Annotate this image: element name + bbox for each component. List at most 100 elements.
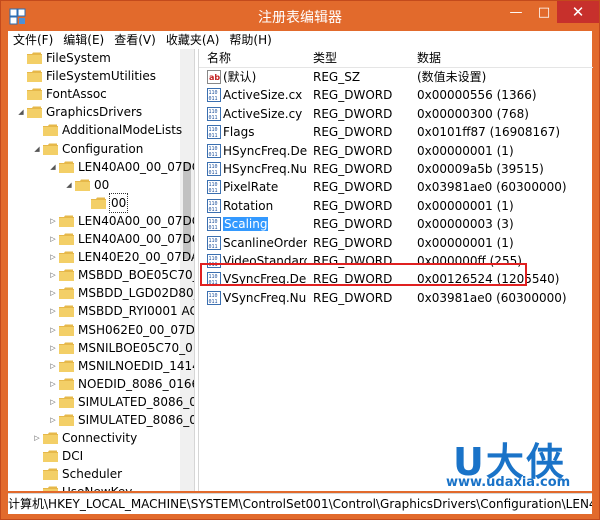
value-data: 0x00000001 (1) (417, 143, 514, 158)
collapsed-arrow-icon[interactable]: ▷ (48, 248, 58, 266)
tree-item[interactable]: ▷ Connectivity (32, 429, 138, 447)
tree-item-label: UseNewKey (61, 483, 133, 491)
value-name-cell: HSyncFreq.Nu... (223, 160, 307, 178)
menu-help[interactable]: 帮助(H) (224, 31, 276, 49)
tree-item[interactable]: AdditionalModeLists (32, 121, 183, 139)
folder-icon (59, 233, 74, 245)
collapsed-arrow-icon[interactable]: ▷ (48, 230, 58, 248)
folder-icon (43, 486, 58, 491)
menu-favorites[interactable]: 收藏夹(A) (161, 31, 225, 49)
tree-item[interactable]: ◢ 00 (64, 176, 110, 194)
value-name: ActiveSize.cx (223, 88, 303, 103)
tree-item-label: DCI (62, 449, 84, 464)
tree-item[interactable]: ▷ MSBDD_RYI0001 AGN (48, 302, 194, 320)
value-row[interactable]: 110011HSyncFreq.Den... REG_DWORD 0x0000000… (199, 142, 593, 160)
tree-item[interactable]: ▷ MSNILNOEDID_1414_ (48, 357, 194, 375)
tree-item[interactable]: ▷ LEN40A00_00_07DC_9 (48, 212, 194, 230)
value-row[interactable]: 110 011 ActiveSize.cy REG_DWORD 0x00000300 (… (199, 105, 593, 123)
expanded-arrow-icon[interactable]: ◢ (64, 176, 74, 194)
value-name: Rotation (223, 198, 274, 213)
close-button[interactable]: ✕ (557, 1, 599, 23)
value-row[interactable]: ab (默认) REG_SZ (数值未设置) (199, 68, 593, 86)
tree-item[interactable]: FileSystemUtilities (16, 67, 157, 85)
tree-item[interactable]: ▷ MSBDD_LGD02D80_00 (48, 284, 194, 302)
expanded-arrow-icon[interactable]: ◢ (32, 140, 42, 158)
collapsed-arrow-icon[interactable]: ▷ (48, 357, 58, 375)
collapsed-arrow-icon[interactable]: ▷ (32, 429, 42, 447)
menu-view[interactable]: 查看(V) (109, 31, 161, 49)
binary-value-icon: 110011 (207, 143, 221, 158)
minimize-button[interactable]: — (501, 1, 531, 23)
expanded-arrow-icon[interactable]: ◢ (16, 103, 26, 121)
regedit-window: 注册表编辑器 — □ ✕ 文件(F) 编辑(E) 查看(V) 收藏夹(A) 帮助… (0, 0, 600, 520)
tree-item[interactable]: ◢ Configuration (32, 140, 144, 158)
tree-item[interactable]: ▷ LEN40E20_00_07DA_9 (48, 248, 194, 266)
tree-item[interactable]: FontAssoc (16, 85, 108, 103)
value-row[interactable]: 110011VSyncFreq.Nu... REG_DWORD 0x03981ae0… (199, 289, 593, 307)
folder-icon (27, 106, 42, 119)
value-row[interactable]: 110 011 Rotation REG_DWORD 0x00000001 (1) (199, 197, 593, 215)
value-name: PixelRate (223, 180, 279, 195)
value-name: Scaling (223, 217, 269, 232)
svg-text:011: 011 (209, 299, 218, 305)
menu-bar: 文件(F) 编辑(E) 查看(V) 收藏夹(A) 帮助(H) (8, 31, 592, 49)
values-list[interactable]: 名称 类型 数据 ab (默认) REG_SZ (数值未设置) 110 011 Active… (198, 49, 593, 491)
collapsed-arrow-icon[interactable]: ▷ (48, 212, 58, 230)
value-row[interactable]: 110 011 PixelRate REG_DWORD 0x03981ae0 (6030… (199, 178, 593, 196)
column-header-type[interactable]: 类型 (313, 49, 337, 67)
tree-item[interactable]: ▷ MSNILBOE05C70_01_0 (48, 339, 194, 357)
tree-item[interactable]: DCI (32, 447, 84, 465)
value-data: 0x03981ae0 (60300000) (417, 290, 567, 305)
tree-item[interactable]: ▷ MSBDD_BOE05C70_01 (48, 266, 194, 284)
menu-edit[interactable]: 编辑(E) (58, 31, 109, 49)
tree-item[interactable]: Scheduler (32, 465, 123, 483)
tree-item[interactable]: ▷ NOEDID_8086_0166_0 (48, 375, 194, 393)
tree-item[interactable]: UseNewKey (32, 483, 133, 491)
expanded-arrow-icon[interactable]: ◢ (48, 158, 58, 176)
column-header-name[interactable]: 名称 (207, 49, 231, 67)
maximize-button[interactable]: □ (531, 1, 557, 23)
title-bar[interactable]: 注册表编辑器 — □ ✕ (1, 1, 599, 31)
collapsed-arrow-icon[interactable]: ▷ (48, 321, 58, 339)
value-data: (数值未设置) (417, 70, 487, 84)
collapsed-arrow-icon[interactable]: ▷ (48, 284, 58, 302)
tree-item[interactable]: ◢ LEN40A00_00_07DC_9 (48, 158, 194, 176)
menu-file[interactable]: 文件(F) (8, 31, 58, 49)
value-row[interactable]: 110011ScanlineOrderi... REG_DWORD 0x000000… (199, 234, 593, 252)
highlight-annotation-box (200, 263, 527, 286)
registry-tree[interactable]: FileSystem FileSystemUtilities FontAssoc ◢ G… (8, 49, 195, 491)
folder-icon (59, 342, 74, 354)
tree-item[interactable]: 00 (80, 192, 129, 213)
value-row[interactable]: 110011HSyncFreq.Nu... REG_DWORD 0x00009a5b… (199, 160, 593, 178)
collapsed-arrow-icon[interactable]: ▷ (48, 393, 58, 411)
tree-item[interactable]: ▷ LEN40A00_00_07DC_9 (48, 230, 194, 248)
tree-item-label: Scheduler (62, 467, 123, 482)
value-row[interactable]: 110 011 Flags REG_DWORD 0x0101ff87 (16908167… (199, 123, 593, 141)
value-type: REG_DWORD (313, 235, 393, 250)
folder-icon (27, 70, 42, 83)
value-type: REG_DWORD (313, 290, 393, 305)
tree-item[interactable]: ▷ SIMULATED_8086_016 (48, 393, 194, 411)
folder-icon (27, 52, 42, 64)
folder-icon (59, 269, 74, 282)
collapsed-arrow-icon[interactable]: ▷ (48, 339, 58, 357)
value-row[interactable]: 110 011 ActiveSize.cx REG_DWORD 0x00000556 (… (199, 86, 593, 104)
value-name: ActiveSize.cy (223, 106, 303, 121)
collapsed-arrow-icon[interactable]: ▷ (48, 302, 58, 320)
tree-item[interactable]: ◢ GraphicsDrivers (16, 103, 143, 121)
svg-text:011: 011 (209, 96, 218, 102)
svg-text:011: 011 (209, 115, 218, 121)
column-header-data[interactable]: 数据 (417, 49, 441, 67)
tree-item-label: MSBDD_BOE05C70_01 (78, 268, 194, 283)
collapsed-arrow-icon[interactable]: ▷ (48, 266, 58, 284)
collapsed-arrow-icon[interactable]: ▷ (48, 375, 58, 393)
collapsed-arrow-icon[interactable]: ▷ (48, 411, 58, 429)
value-name-cell: VSyncFreq.Nu... (223, 289, 307, 307)
folder-icon (59, 215, 74, 227)
status-bar: 计算机\HKEY_LOCAL_MACHINE\SYSTEM\ControlSet… (8, 493, 592, 514)
tree-item[interactable]: ▷ MSH062E0_00_07DB_0 (48, 321, 194, 339)
tree-item[interactable]: ▷ SIMULATED_8086_016 (48, 411, 194, 429)
value-row[interactable]: 110 011 Scaling REG_DWORD 0x00000003 (3) (199, 215, 593, 233)
svg-text:011: 011 (209, 207, 218, 213)
tree-item[interactable]: FileSystem (16, 49, 112, 67)
